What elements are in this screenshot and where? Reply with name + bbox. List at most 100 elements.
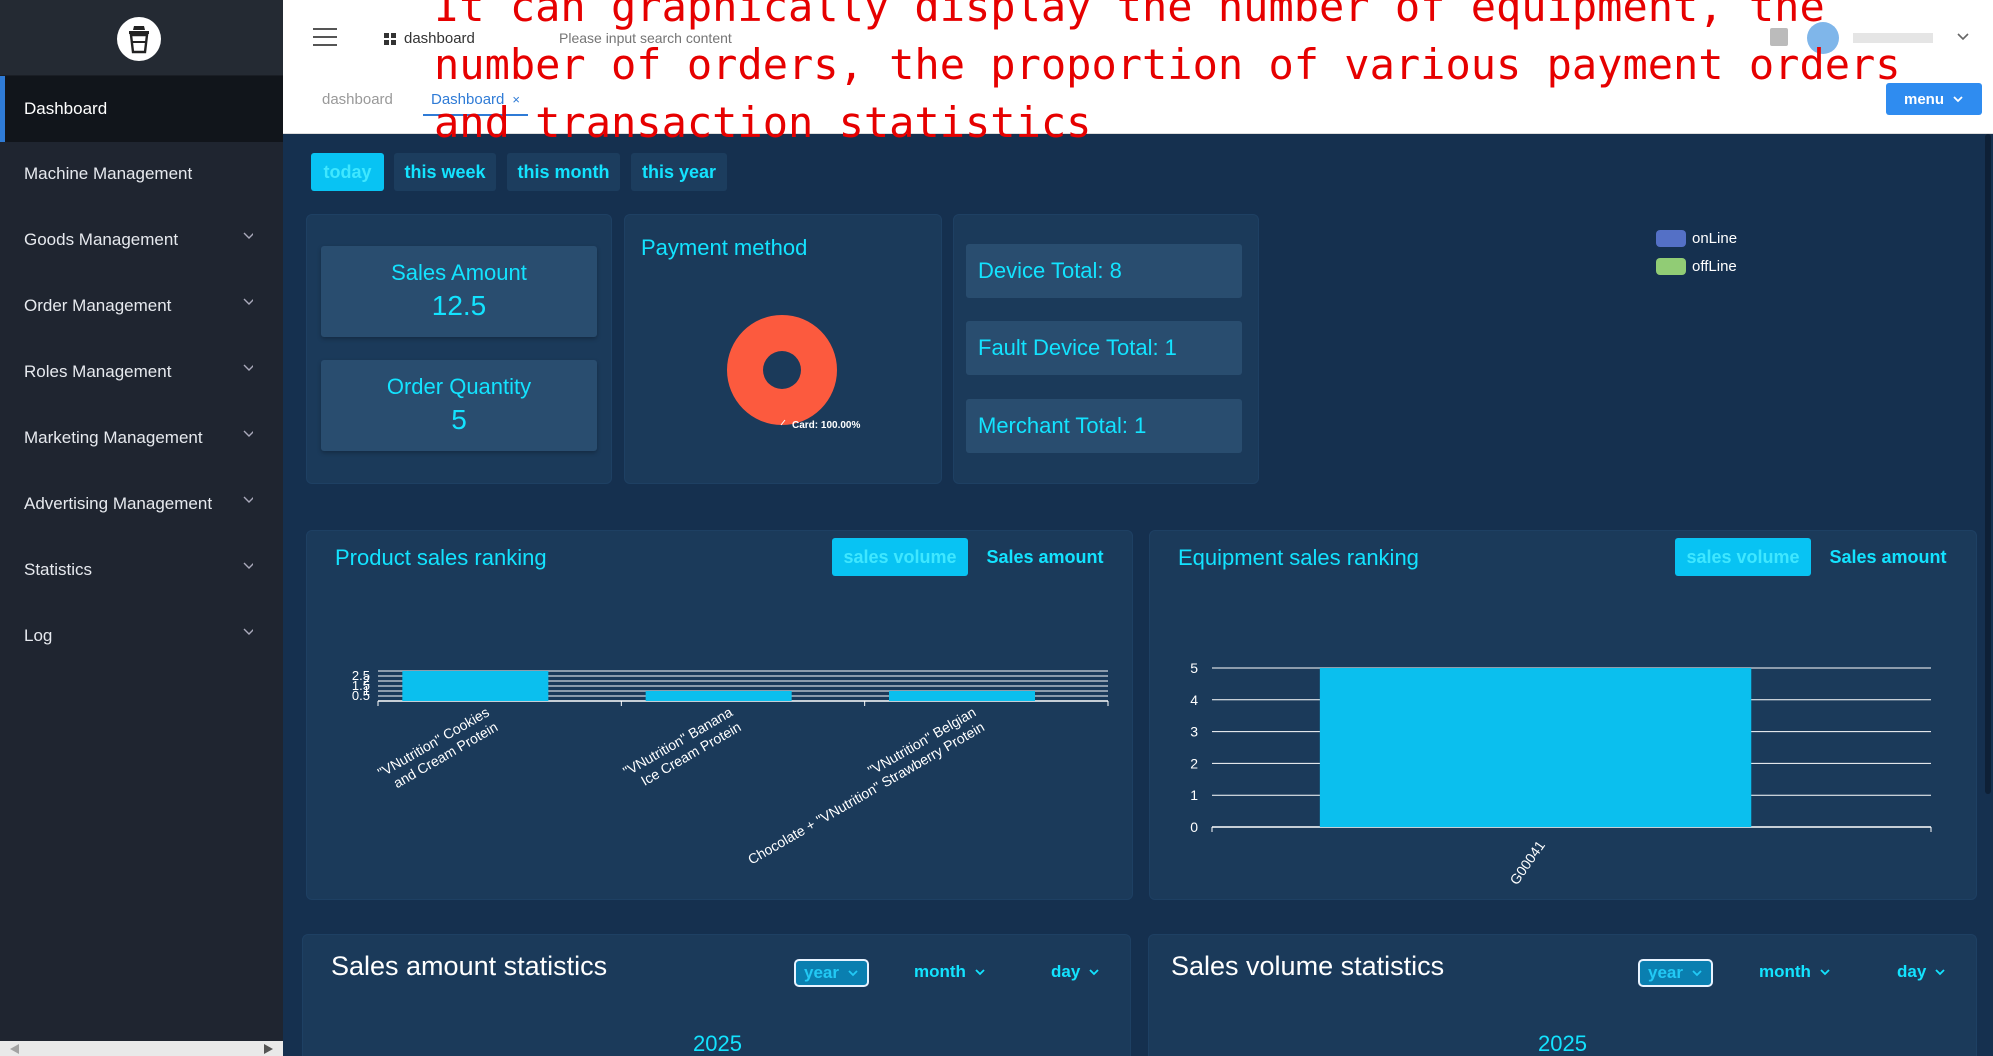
sidebar-item-label: Log xyxy=(24,626,53,645)
year-select[interactable]: year xyxy=(794,959,869,987)
chevron-down-icon xyxy=(1692,970,1702,977)
chevron-down-icon xyxy=(1953,96,1963,103)
sidebar-item-dashboard[interactable]: Dashboard xyxy=(0,76,283,142)
summary-card: Sales Amount 12.5 Order Quantity 5 xyxy=(306,214,612,484)
avatar[interactable] xyxy=(1807,22,1839,54)
sidebar-item-marketing-management[interactable]: Marketing Management xyxy=(0,405,283,471)
tab-label: dashboard xyxy=(322,91,393,108)
period-label: today xyxy=(323,161,372,182)
product-sales-ranking-card: Product sales ranking sales volume Sales… xyxy=(306,530,1133,900)
scroll-left-arrow-icon[interactable] xyxy=(10,1044,19,1054)
bar xyxy=(645,691,792,701)
sidebar-item-goods-management[interactable]: Goods Management xyxy=(0,207,283,273)
day-select[interactable]: day xyxy=(1897,962,1946,982)
chart-year-label: 2025 xyxy=(693,1031,742,1056)
main-vertical-scrollbar[interactable] xyxy=(1983,134,1993,1056)
day-select[interactable]: day xyxy=(1051,962,1100,982)
tab-dashboard-active[interactable]: Dashboard × xyxy=(423,91,528,116)
sales-volume-statistics-card: Sales volume statistics year month day 2… xyxy=(1148,934,1977,1056)
chevron-down-icon xyxy=(243,232,253,239)
sidebar-horizontal-scrollbar[interactable] xyxy=(0,1041,283,1056)
chevron-down-icon[interactable] xyxy=(1956,30,1970,44)
order-quantity-stat: Order Quantity 5 xyxy=(321,360,597,451)
select-label: day xyxy=(1897,962,1927,981)
sidebar-item-label: Roles Management xyxy=(24,362,172,381)
period-this-year-button[interactable]: this year xyxy=(631,153,727,191)
equipment-sales-ranking-card: Equipment sales ranking sales volume Sal… xyxy=(1149,530,1977,900)
y-tick-label: 2 xyxy=(1190,755,1198,771)
x-tick-label-group: "VNutrition" Cookiesand Cream Protein xyxy=(375,704,501,791)
x-tick-label: Chocolate + "VNutrition" Strawberry Prot… xyxy=(745,718,987,867)
sales-amount-label: Sales Amount xyxy=(391,260,527,285)
sidebar-item-order-management[interactable]: Order Management xyxy=(0,273,283,339)
notification-icon[interactable] xyxy=(1770,28,1788,46)
scroll-right-arrow-icon[interactable] xyxy=(264,1044,273,1054)
sidebar-item-label: Machine Management xyxy=(24,164,193,183)
x-tick-label-group: "VNutrition" BananaIce Cream Protein xyxy=(620,704,744,789)
logo-area[interactable] xyxy=(0,0,283,76)
fault-device-total: Fault Device Total: 1 xyxy=(966,321,1242,375)
chart-year-label: 2025 xyxy=(1538,1031,1587,1056)
period-this-month-button[interactable]: this month xyxy=(507,153,620,191)
sales-amount-value: 12.5 xyxy=(431,290,487,321)
device-total: Device Total: 8 xyxy=(966,244,1242,298)
x-tick-label: G00041 xyxy=(1506,837,1548,887)
sidebar-item-roles-management[interactable]: Roles Management xyxy=(0,339,283,405)
chevron-down-icon xyxy=(1089,969,1099,976)
period-label: this month xyxy=(517,161,610,182)
chevron-down-icon xyxy=(243,298,253,305)
chevron-down-icon xyxy=(848,970,858,977)
order-quantity-value: 5 xyxy=(451,404,467,435)
breadcrumb[interactable]: dashboard xyxy=(384,30,475,47)
order-quantity-label: Order Quantity xyxy=(386,374,532,399)
online-status-donut-chart: onLineoffLineonLine: 3offLine: 5 xyxy=(1656,230,1737,275)
sidebar-item-advertising-management[interactable]: Advertising Management xyxy=(0,471,283,537)
menu-button-label: menu xyxy=(1903,90,1944,108)
select-label: day xyxy=(1051,962,1081,981)
bar xyxy=(889,691,1035,701)
payment-pie-chart: Card: 100.00% xyxy=(727,315,860,431)
sales-amount-statistics-card: Sales amount statistics year month day 2… xyxy=(302,934,1131,1056)
sales-amount-stat: Sales Amount 12.5 xyxy=(321,246,597,337)
menu-button[interactable]: menu xyxy=(1886,83,1982,115)
main-content: today this week this month this year Sal… xyxy=(283,134,1993,1056)
sidebar-item-statistics[interactable]: Statistics xyxy=(0,537,283,603)
y-tick-label: 3 xyxy=(1190,724,1198,740)
tab-dashboard-lower[interactable]: dashboard xyxy=(322,91,393,108)
scrollbar-thumb[interactable] xyxy=(1985,134,1991,794)
sales-amount-statistics-title: Sales amount statistics xyxy=(331,951,608,981)
sidebar: Dashboard Machine Management Goods Managem… xyxy=(0,0,283,1056)
y-tick-label: 4 xyxy=(1190,692,1198,708)
legend-label-online: onLine xyxy=(1692,230,1737,247)
legend-swatch-online xyxy=(1656,230,1686,247)
close-icon[interactable]: × xyxy=(512,92,520,107)
merchant-total: Merchant Total: 1 xyxy=(966,399,1242,453)
search-input[interactable] xyxy=(559,30,859,46)
tabs-bar: dashboard Dashboard × menu xyxy=(283,78,1993,134)
period-label: this week xyxy=(404,161,486,182)
username-blurred[interactable] xyxy=(1853,33,1933,43)
sidebar-item-machine-management[interactable]: Machine Management xyxy=(0,141,283,207)
period-today-button[interactable]: today xyxy=(311,153,384,191)
sales-volume-statistics-title: Sales volume statistics xyxy=(1171,951,1445,981)
sidebar-item-label: Marketing Management xyxy=(24,428,203,447)
hamburger-menu-icon[interactable] xyxy=(313,28,337,46)
period-this-week-button[interactable]: this week xyxy=(394,153,496,191)
chevron-down-icon xyxy=(243,628,253,635)
sidebar-item-log[interactable]: Log xyxy=(0,603,283,669)
y-tick-label: 0 xyxy=(1190,819,1198,835)
chevron-down-icon xyxy=(1820,969,1830,976)
grid-icon xyxy=(384,32,396,45)
sidebar-item-label: Statistics xyxy=(24,560,93,579)
select-label: month xyxy=(914,962,966,981)
x-tick-label-group: "VNutrition" BelgianChocolate + "VNutrit… xyxy=(745,704,987,868)
device-summary-card: Device Total: 8 Fault Device Total: 1 Me… xyxy=(953,214,1259,484)
product-ranking-bar-chart: 0.511.522.5"VNutrition" Cookiesand Cream… xyxy=(352,668,1109,868)
sidebar-item-label: Order Management xyxy=(24,296,172,315)
sidebar-item-label: Advertising Management xyxy=(24,494,213,513)
y-tick-label: 1 xyxy=(1190,787,1198,803)
month-select[interactable]: month xyxy=(914,962,986,982)
chevron-down-icon xyxy=(243,562,253,569)
year-select[interactable]: year xyxy=(1638,959,1713,987)
month-select[interactable]: month xyxy=(1759,962,1831,982)
